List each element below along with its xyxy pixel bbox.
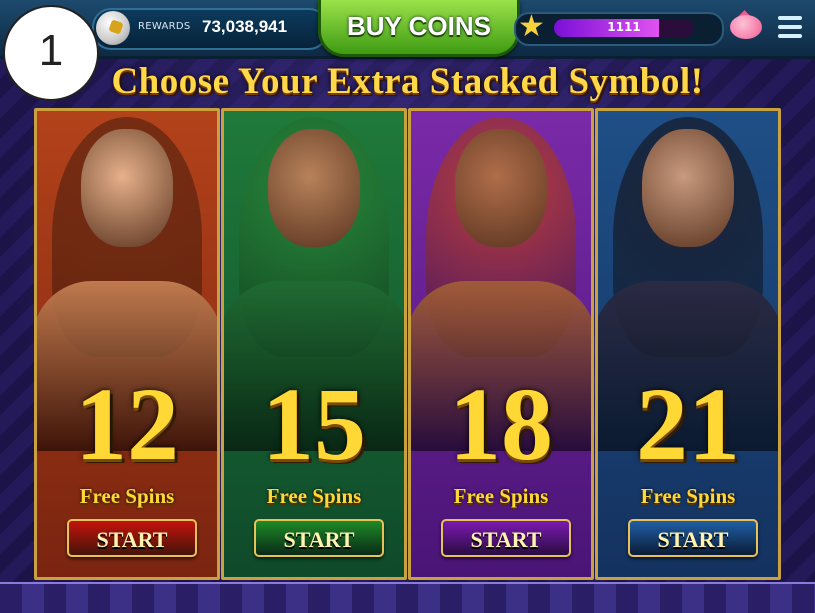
start-button-label: START [470, 527, 542, 552]
free-spins-count: 15 [262, 367, 366, 482]
rewards-counter[interactable]: REWARDS 73,038,941 [92, 8, 328, 50]
free-spins-label: Free Spins [640, 484, 736, 508]
menu-icon[interactable] [775, 12, 805, 42]
free-spins-count: 21 [636, 367, 740, 482]
character-portrait [224, 111, 404, 451]
character-portrait [411, 111, 591, 451]
menu-line [778, 16, 802, 20]
start-button[interactable]: START [67, 519, 197, 557]
free-spins-label: Free Spins [79, 484, 175, 508]
symbol-card[interactable]: 21 Free Spins START [595, 108, 781, 580]
star-icon: ★ [518, 9, 545, 44]
buy-coins-button[interactable]: BUY COINS [318, 0, 520, 57]
free-spins-count: 18 [449, 367, 553, 482]
start-button-label: START [657, 527, 729, 552]
start-button-label: START [283, 527, 355, 552]
character-portrait [598, 111, 778, 451]
symbol-card[interactable]: 12 Free Spins START [34, 108, 220, 580]
rewards-value: 73,038,941 [202, 17, 288, 36]
symbol-card[interactable]: 18 Free Spins START [408, 108, 594, 580]
bonus-selection-screen: REWARDS 73,038,941 BUY COINS ★ 1111 1 Ch… [0, 0, 815, 613]
level-meter[interactable]: ★ 1111 [514, 12, 724, 46]
piggy-body [730, 15, 762, 39]
top-bar: REWARDS 73,038,941 BUY COINS ★ 1111 [0, 0, 815, 59]
rewards-icon [96, 11, 130, 45]
character-head [642, 129, 734, 247]
symbol-card[interactable]: 15 Free Spins START [221, 108, 407, 580]
piggy-bank-icon[interactable] [726, 10, 766, 42]
buy-coins-label: BUY COINS [347, 11, 491, 41]
start-button[interactable]: START [628, 519, 758, 557]
start-button[interactable]: START [441, 519, 571, 557]
step-number-badge: 1 [3, 5, 99, 101]
symbol-cards: 12 Free Spins START 15 Free Spins START [34, 108, 782, 580]
free-spins-label: Free Spins [453, 484, 549, 508]
free-spins-count: 12 [75, 367, 179, 482]
start-button[interactable]: START [254, 519, 384, 557]
start-button-label: START [96, 527, 168, 552]
menu-line [778, 25, 802, 29]
decorative-bottom-frame [0, 582, 815, 613]
level-value: 1111 [607, 20, 641, 34]
menu-line [778, 34, 802, 38]
rewards-label: REWARDS [138, 21, 191, 32]
page-title: Choose Your Extra Stacked Symbol! [111, 61, 704, 102]
character-head [268, 129, 360, 247]
character-portrait [37, 111, 217, 451]
step-number: 1 [38, 26, 64, 75]
character-head [455, 129, 547, 247]
free-spins-label: Free Spins [266, 484, 362, 508]
character-head [81, 129, 173, 247]
